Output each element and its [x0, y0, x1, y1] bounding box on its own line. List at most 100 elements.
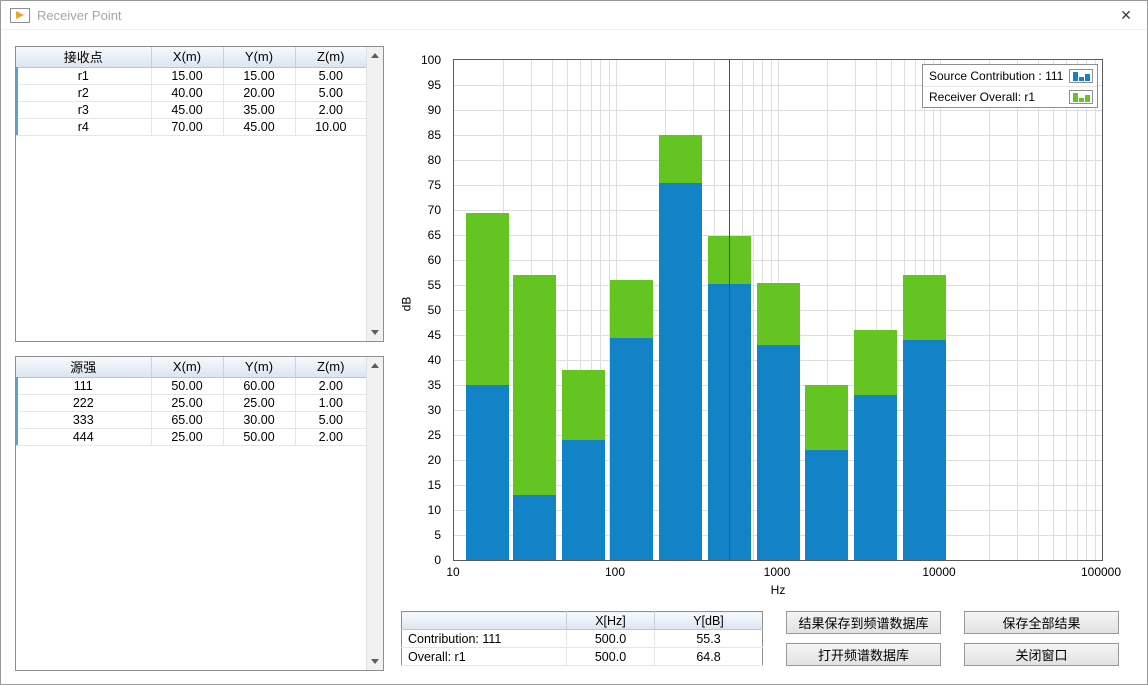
save-results-to-spectrum-db-button[interactable]: 结果保存到频谱数据库 — [786, 611, 941, 634]
bar-overall-segment — [610, 280, 653, 338]
gridline-vertical — [1066, 60, 1067, 560]
column-header: X[Hz] — [567, 612, 655, 630]
source-table-scrollbar[interactable] — [366, 357, 383, 670]
table-cell[interactable]: Contribution: 111 — [402, 630, 567, 648]
table-cell[interactable]: 5.00 — [295, 84, 366, 101]
source-table[interactable]: 源强X(m)Y(m)Z(m)11150.0060.002.0022225.002… — [16, 357, 366, 446]
labview-run-arrow-icon — [10, 8, 30, 23]
table-row[interactable]: Contribution: 111500.055.3 — [402, 630, 763, 648]
legend-label: Receiver Overall: r1 — [929, 90, 1035, 104]
bar-contribution-segment — [757, 345, 800, 560]
table-cell[interactable]: 25.00 — [151, 428, 223, 445]
table-cell[interactable]: 50.00 — [151, 377, 223, 394]
table-cell[interactable]: 30.00 — [223, 411, 295, 428]
table-cell[interactable]: 65.00 — [151, 411, 223, 428]
table-cell[interactable]: 64.8 — [655, 648, 763, 666]
table-cell[interactable]: 70.00 — [151, 118, 223, 135]
gridline-vertical — [989, 60, 990, 560]
table-cell[interactable]: 10.00 — [295, 118, 366, 135]
table-cell[interactable]: 20.00 — [223, 84, 295, 101]
table-row[interactable]: r240.0020.005.00 — [16, 84, 366, 101]
table-cell[interactable]: 333 — [16, 411, 151, 428]
table-cell[interactable]: r1 — [16, 67, 151, 84]
close-window-button[interactable]: 关闭窗口 — [964, 643, 1119, 666]
scroll-down-icon — [371, 330, 379, 335]
table-cell[interactable]: 2.00 — [295, 101, 366, 118]
table-cell[interactable]: 1.00 — [295, 394, 366, 411]
table-row[interactable]: r470.0045.0010.00 — [16, 118, 366, 135]
window-title: Receiver Point — [37, 8, 122, 23]
table-cell[interactable]: 60.00 — [223, 377, 295, 394]
gridline-vertical — [753, 60, 754, 560]
y-tick-label: 20 — [401, 453, 441, 467]
scroll-down-button[interactable] — [367, 324, 383, 341]
table-cell[interactable]: 5.00 — [295, 67, 366, 84]
table-cell[interactable]: 40.00 — [151, 84, 223, 101]
table-row[interactable]: r115.0015.005.00 — [16, 67, 366, 84]
bar-contribution-segment — [805, 450, 848, 560]
table-cell[interactable]: 45.00 — [151, 101, 223, 118]
legend-row-contribution: Source Contribution : 111 — [923, 65, 1097, 86]
table-cell[interactable]: 50.00 — [223, 428, 295, 445]
column-header: Y(m) — [223, 47, 295, 67]
table-cell[interactable]: 5.00 — [295, 411, 366, 428]
table-cell[interactable]: r4 — [16, 118, 151, 135]
y-tick-label: 35 — [401, 378, 441, 392]
table-row[interactable]: 22225.0025.001.00 — [16, 394, 366, 411]
table-cell[interactable]: 444 — [16, 428, 151, 445]
table-cell[interactable]: 15.00 — [223, 67, 295, 84]
y-tick-label: 40 — [401, 353, 441, 367]
table-cell[interactable]: 45.00 — [223, 118, 295, 135]
cursor-line[interactable] — [729, 60, 730, 560]
x-tick-label: 1000 — [764, 565, 791, 579]
column-header: Z(m) — [295, 357, 366, 377]
receiver-table-scrollbar[interactable] — [366, 47, 383, 341]
y-tick-label: 0 — [401, 553, 441, 567]
bar-overall-segment — [805, 385, 848, 450]
table-row[interactable]: 44425.0050.002.00 — [16, 428, 366, 445]
table-row[interactable]: Overall: r1500.064.8 — [402, 648, 763, 666]
table-cell[interactable]: 111 — [16, 377, 151, 394]
table-cell[interactable]: 25.00 — [223, 394, 295, 411]
bar-overall-segment — [562, 370, 605, 440]
table-cell[interactable]: Overall: r1 — [402, 648, 567, 666]
table-row[interactable]: r345.0035.002.00 — [16, 101, 366, 118]
y-tick-label: 15 — [401, 478, 441, 492]
y-tick-label: 85 — [401, 128, 441, 142]
gridline-vertical — [1038, 60, 1039, 560]
save-all-results-button[interactable]: 保存全部结果 — [964, 611, 1119, 634]
table-cell[interactable]: 222 — [16, 394, 151, 411]
plot-area[interactable]: Source Contribution : 111 Receiver Overa… — [453, 59, 1103, 561]
table-row[interactable]: 33365.0030.005.00 — [16, 411, 366, 428]
table-cell[interactable]: r3 — [16, 101, 151, 118]
y-tick-label: 95 — [401, 78, 441, 92]
table-cell[interactable]: 25.00 — [151, 394, 223, 411]
table-cell[interactable]: 500.0 — [567, 630, 655, 648]
table-row[interactable]: 11150.0060.002.00 — [16, 377, 366, 394]
column-header: X(m) — [151, 357, 223, 377]
bar-contribution-segment — [562, 440, 605, 560]
chart-legend: Source Contribution : 111 Receiver Overa… — [922, 64, 1098, 108]
x-tick-label: 100 — [605, 565, 625, 579]
open-spectrum-db-button[interactable]: 打开频谱数据库 — [786, 643, 941, 666]
table-cell[interactable]: 35.00 — [223, 101, 295, 118]
x-tick-label: 10000 — [922, 565, 955, 579]
scroll-up-button[interactable] — [367, 47, 383, 64]
table-cell[interactable]: 2.00 — [295, 428, 366, 445]
scroll-down-button[interactable] — [367, 653, 383, 670]
y-tick-label: 55 — [401, 278, 441, 292]
table-cell[interactable]: r2 — [16, 84, 151, 101]
close-icon[interactable]: ✕ — [1113, 5, 1139, 25]
x-tick-label: 10 — [446, 565, 459, 579]
y-tick-label: 50 — [401, 303, 441, 317]
receiver-table[interactable]: 接收点X(m)Y(m)Z(m)r115.0015.005.00r240.0020… — [16, 47, 366, 136]
bar-contribution-segment — [659, 183, 702, 561]
scroll-up-button[interactable] — [367, 357, 383, 374]
bar-contribution-segment — [610, 338, 653, 561]
table-cell[interactable]: 55.3 — [655, 630, 763, 648]
scroll-down-icon — [371, 659, 379, 664]
table-cell[interactable]: 2.00 — [295, 377, 366, 394]
table-cell[interactable]: 15.00 — [151, 67, 223, 84]
table-cell[interactable]: 500.0 — [567, 648, 655, 666]
y-tick-label: 70 — [401, 203, 441, 217]
